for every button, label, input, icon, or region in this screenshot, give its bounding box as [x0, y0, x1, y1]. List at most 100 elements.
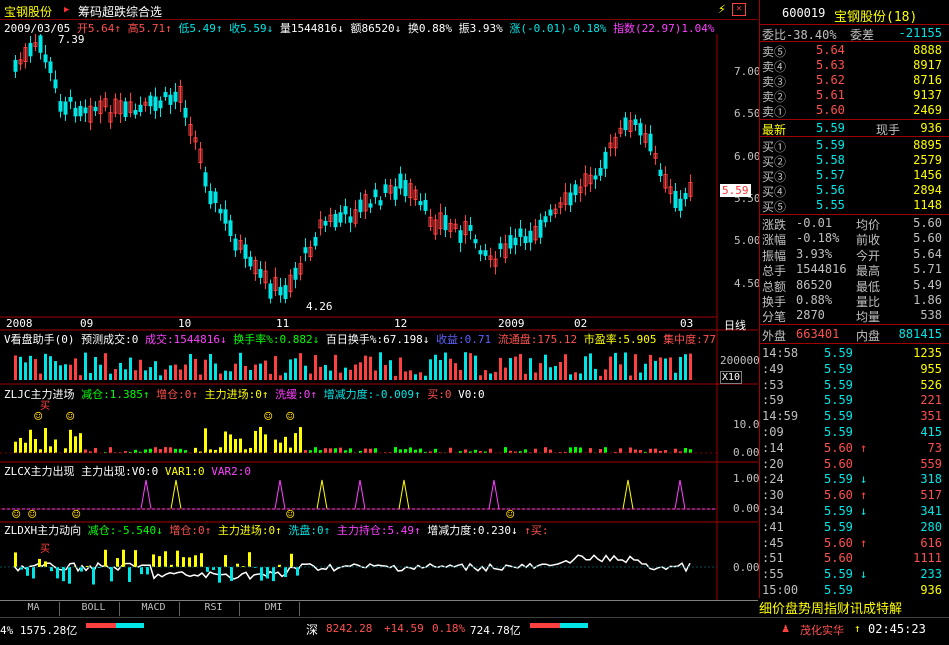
zlcx-signals	[0, 479, 717, 510]
period-label[interactable]: 日线	[724, 317, 746, 333]
tab-boll[interactable]: BOLL	[68, 602, 120, 616]
waipan-label: 外盘	[762, 329, 787, 343]
vol-huanshou: 换手率%:0.882↓	[233, 333, 320, 346]
candle-body	[373, 189, 378, 198]
volume-bar	[619, 364, 622, 380]
volume-bar	[494, 371, 497, 380]
zljc-bar	[574, 447, 577, 453]
volume-bar	[319, 366, 322, 380]
candle-body	[158, 100, 163, 109]
volume-bar	[89, 373, 92, 380]
volume-bar	[539, 363, 542, 380]
zldxh-bar	[248, 552, 251, 567]
volume-bar	[209, 354, 212, 380]
tick-time: 14:58	[762, 346, 799, 360]
zldxh-bar	[188, 557, 191, 567]
zljc-bar	[374, 448, 377, 453]
candle-body	[58, 101, 63, 112]
volume-bar	[299, 353, 302, 380]
zljc-bar	[169, 447, 172, 453]
volume-bar	[74, 358, 77, 380]
volume-bar	[599, 375, 602, 380]
zlcx-signal	[398, 479, 410, 510]
quote-stock-name: 宝钢股份(18)	[834, 10, 918, 25]
stat-value: 5.60	[913, 216, 942, 230]
volume-bar	[639, 372, 642, 380]
up-arrow-icon: ↑	[854, 622, 861, 635]
zlcx-signal	[674, 479, 686, 510]
volume-bar	[584, 356, 587, 380]
zldxh-bar	[176, 550, 179, 567]
volume-bar	[384, 364, 387, 380]
user-name[interactable]: 茂化实华	[800, 622, 844, 638]
tick-arrow: ↓	[860, 504, 868, 518]
waipan-row: 外盘 663401 内盘 881415	[760, 327, 946, 343]
tick-volume: 415	[920, 425, 942, 439]
zlcx-y-0: 0.00	[733, 502, 760, 515]
y-label-600: 6.00	[734, 150, 761, 163]
stock-name[interactable]: 宝钢股份	[4, 3, 52, 20]
zldxh-bar	[194, 555, 197, 567]
volume-bar	[59, 365, 62, 380]
volume-bar	[449, 358, 452, 380]
tick-row: :49 5.59 955	[760, 362, 946, 377]
tab-macd[interactable]: MACD	[128, 602, 180, 616]
indicator-name[interactable]: 筹码超跌综合选	[78, 3, 162, 20]
tick-row: :53 5.59 526	[760, 378, 946, 393]
tab-ma[interactable]: MA	[8, 602, 60, 616]
zljc-panel-title: ZLJC主力进场 减仓:1.385↑ 增仓:0↑ 主力进场:0↑ 洗缓:0↑ 增…	[4, 386, 485, 402]
sz-pct: 0.18%	[432, 622, 466, 635]
stat-value: -0.18%	[796, 231, 840, 246]
volume-bar	[199, 374, 202, 380]
volume-bar	[14, 355, 17, 380]
zljc-bar	[334, 448, 337, 453]
tab-dmi[interactable]: DMI	[248, 602, 300, 616]
stat-value: 5.64	[913, 246, 942, 261]
zldxh-bar	[158, 556, 161, 567]
bid-price: 5.58	[816, 153, 845, 167]
volume-bar	[114, 369, 117, 380]
y-label-500: 5.00	[734, 234, 761, 247]
dropdown-arrow-icon[interactable]: ▶	[64, 5, 69, 15]
candle-body	[48, 61, 53, 74]
zldxh-chicang: 主力持仓:5.49↑	[336, 524, 421, 537]
zljc-bar	[259, 426, 262, 453]
tick-price: 5.60	[824, 440, 853, 455]
zljc-bar	[49, 446, 52, 453]
zldxh-bar	[140, 567, 143, 575]
candle-body	[168, 94, 173, 105]
tick-volume: 526	[920, 377, 942, 392]
chart-canvas[interactable]	[0, 34, 758, 600]
tab-rsi[interactable]: RSI	[188, 602, 240, 616]
quote-menu-text[interactable]: 细价盘势周指财讯成特解	[759, 602, 902, 617]
candle-body	[623, 117, 628, 131]
quote-menu[interactable]: 细价盘势周指财讯成特解	[759, 598, 949, 617]
last-price-row: 最新 5.59 现手 936	[760, 121, 946, 137]
user-icon[interactable]: ♟	[782, 621, 789, 635]
status-bar: 4% 1575.28亿 深 8242.28 +14.59 0.18% 724.7…	[0, 617, 949, 645]
volume-bar	[609, 356, 612, 380]
zldxh-bar	[152, 554, 155, 567]
zljc-bar	[149, 448, 152, 453]
stat-value: 5.49	[913, 277, 942, 292]
volume-bar	[279, 375, 282, 380]
candle-body	[418, 201, 423, 206]
bid-price: 5.59	[816, 138, 845, 152]
lightning-icon[interactable]: ⚡	[718, 2, 726, 17]
tick-price: 5.59	[824, 409, 853, 424]
volume-bar	[439, 359, 442, 380]
volume-bar	[489, 373, 492, 380]
zldxh-bar	[128, 567, 131, 582]
zlcx-panel-title: ZLCX主力出现 主力出现:V0:0 VAR1:0 VAR2:0	[4, 463, 251, 479]
zlcx-signal	[354, 479, 366, 510]
indicator-tabs: MA BOLL MACD RSI DMI	[0, 600, 758, 616]
zldxh-zengcang: 增仓:0↑	[169, 524, 212, 537]
close-icon[interactable]: ×	[732, 3, 746, 16]
volume-bar	[689, 353, 692, 380]
vol-bairi: 百日换手%:67.198↓	[325, 333, 430, 346]
candle-body	[83, 107, 88, 114]
zldxh-bar	[26, 567, 29, 576]
tick-time: :53	[762, 377, 784, 392]
volume-bar	[404, 371, 407, 380]
zldxh-zengjian: 增减力度:0.230↓	[427, 524, 518, 537]
